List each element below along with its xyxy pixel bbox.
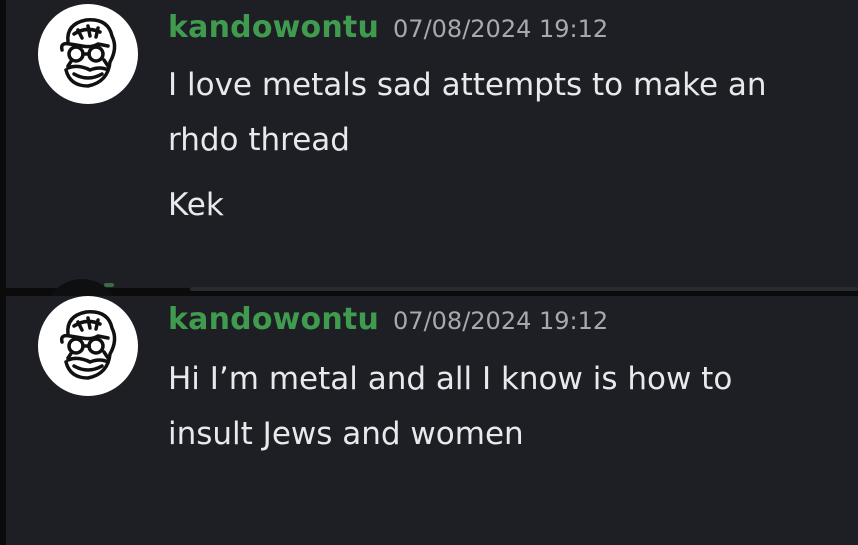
user-avatar[interactable]: [38, 296, 138, 396]
message-text: I love metals sad attempts to make an: [168, 67, 767, 103]
chat-screenshot-top: kandowontu 07/08/2024 19:12 I love metals…: [6, 0, 858, 288]
username[interactable]: kandowontu: [168, 302, 379, 337]
cartoon-face-avatar-icon: [59, 310, 117, 380]
username[interactable]: kandowontu: [168, 10, 379, 45]
message-text: insult Jews and women: [168, 416, 524, 452]
timestamp: 07/08/2024 19:12: [393, 307, 609, 335]
message-header: kandowontu 07/08/2024 19:12: [168, 302, 608, 337]
chat-screenshot-bottom: kandowontu 07/08/2024 19:12 Hi I’m metal …: [6, 296, 858, 545]
partial-avatar-mark: [104, 283, 114, 287]
screenshot-seam-divider: [190, 287, 858, 291]
message-text: Kek: [168, 187, 224, 223]
timestamp: 07/08/2024 19:12: [393, 15, 609, 43]
message-text: Hi I’m metal and all I know is how to: [168, 361, 733, 397]
cartoon-face-avatar-icon: [59, 18, 117, 88]
message-header: kandowontu 07/08/2024 19:12: [168, 10, 608, 45]
message-text: rhdo thread: [168, 122, 350, 158]
user-avatar[interactable]: [38, 4, 138, 104]
